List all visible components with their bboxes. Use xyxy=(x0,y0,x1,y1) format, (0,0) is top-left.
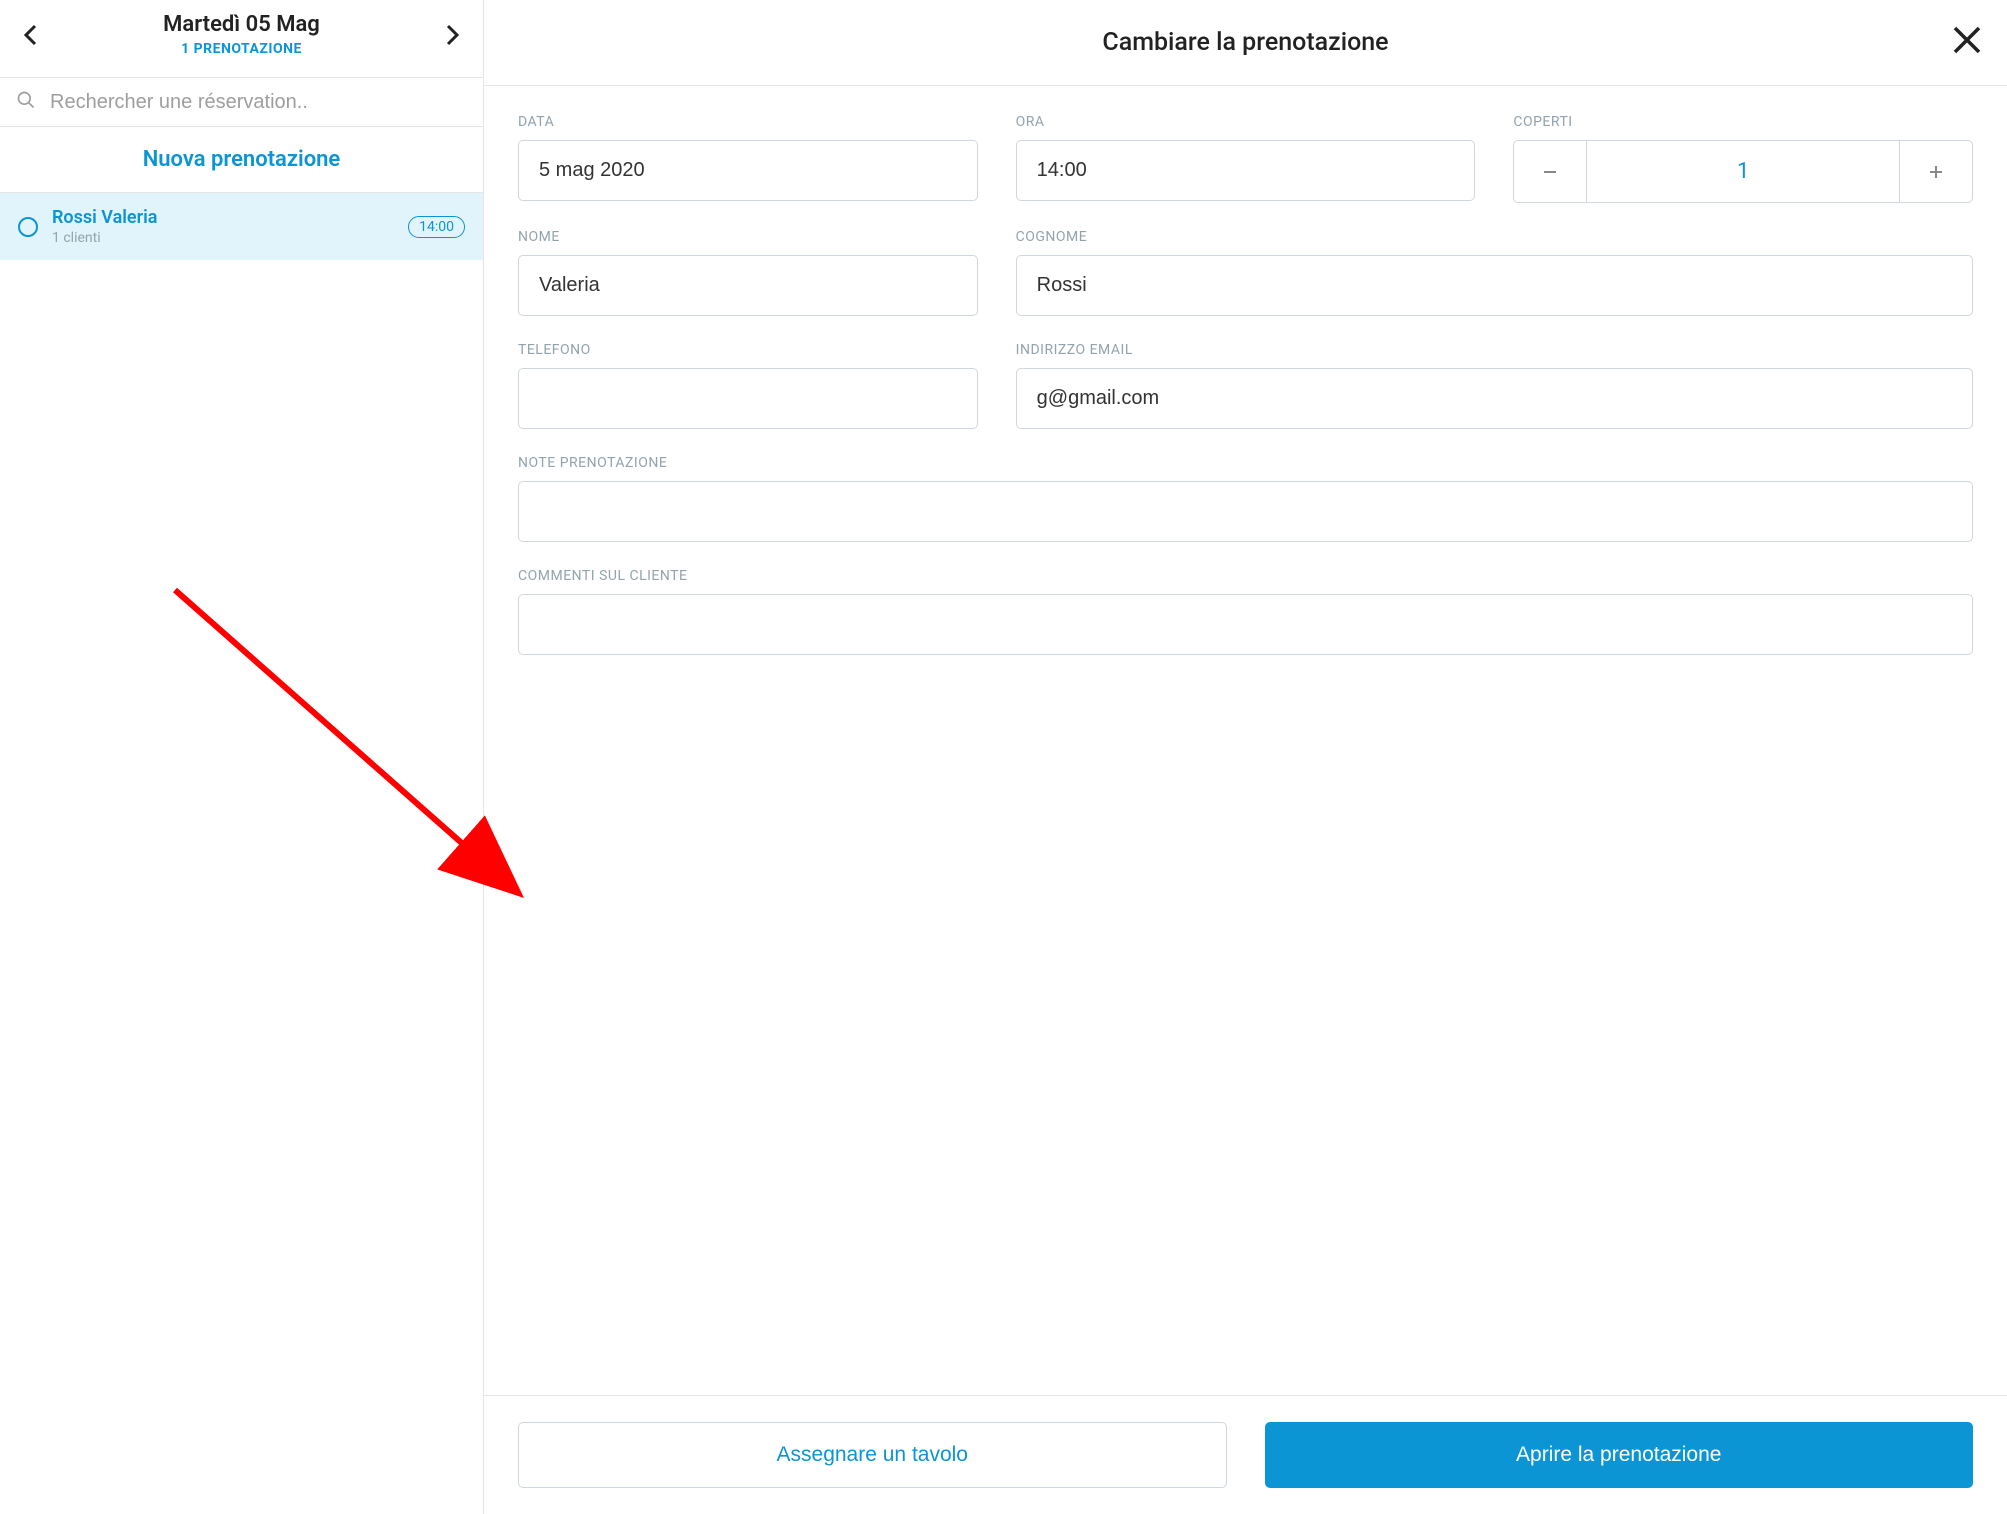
lastname-label: COGNOME xyxy=(1016,229,1973,245)
reservation-form: DATA ORA COPERTI 1 NOME COGNOME xyxy=(484,86,2007,1395)
notes-field[interactable] xyxy=(518,481,1973,542)
sidebar-header: Martedì 05 Mag 1 PRENOTAZIONE xyxy=(0,0,483,77)
phone-field[interactable] xyxy=(518,368,978,429)
covers-plus-button[interactable] xyxy=(1899,140,1973,203)
covers-minus-button[interactable] xyxy=(1513,140,1587,203)
reservation-name: Rossi Valeria xyxy=(52,207,394,228)
firstname-label: NOME xyxy=(518,229,978,245)
date-field[interactable] xyxy=(518,140,978,201)
date-label: DATA xyxy=(518,114,978,130)
footer-actions: Assegnare un tavolo Aprire la prenotazio… xyxy=(484,1395,2007,1514)
covers-label: COPERTI xyxy=(1513,114,1973,130)
next-day-button[interactable] xyxy=(439,21,467,49)
email-label: INDIRIZZO EMAIL xyxy=(1016,342,1973,358)
reservation-item[interactable]: Rossi Valeria 1 clienti 14:00 xyxy=(0,192,483,260)
covers-value: 1 xyxy=(1587,140,1899,203)
main-panel: Cambiare la prenotazione DATA ORA COPERT… xyxy=(484,0,2007,1514)
date-title: Martedì 05 Mag xyxy=(64,12,419,37)
close-button[interactable] xyxy=(1949,22,1985,58)
comments-field[interactable] xyxy=(518,594,1973,655)
search-row xyxy=(0,77,483,126)
time-label: ORA xyxy=(1016,114,1476,130)
firstname-field[interactable] xyxy=(518,255,978,316)
search-icon xyxy=(16,90,36,114)
phone-label: TELEFONO xyxy=(518,342,978,358)
main-header: Cambiare la prenotazione xyxy=(484,0,2007,86)
search-input[interactable] xyxy=(50,91,467,114)
reservation-sub: 1 clienti xyxy=(52,230,394,246)
time-field[interactable] xyxy=(1016,140,1476,201)
email-field[interactable] xyxy=(1016,368,1973,429)
open-reservation-button[interactable]: Aprire la prenotazione xyxy=(1265,1422,1974,1488)
lastname-field[interactable] xyxy=(1016,255,1973,316)
page-title: Cambiare la prenotazione xyxy=(1102,28,1388,57)
reservation-count: 1 PRENOTAZIONE xyxy=(64,41,419,57)
notes-label: NOTE PRENOTAZIONE xyxy=(518,455,1973,471)
new-reservation-button[interactable]: Nuova prenotazione xyxy=(0,126,483,192)
sidebar: Martedì 05 Mag 1 PRENOTAZIONE Nuova pren… xyxy=(0,0,484,1514)
comments-label: COMMENTI SUL CLIENTE xyxy=(518,568,1973,584)
prev-day-button[interactable] xyxy=(16,21,44,49)
reservation-time-badge: 14:00 xyxy=(408,216,465,238)
assign-table-button[interactable]: Assegnare un tavolo xyxy=(518,1422,1227,1488)
status-circle-icon xyxy=(18,217,38,237)
